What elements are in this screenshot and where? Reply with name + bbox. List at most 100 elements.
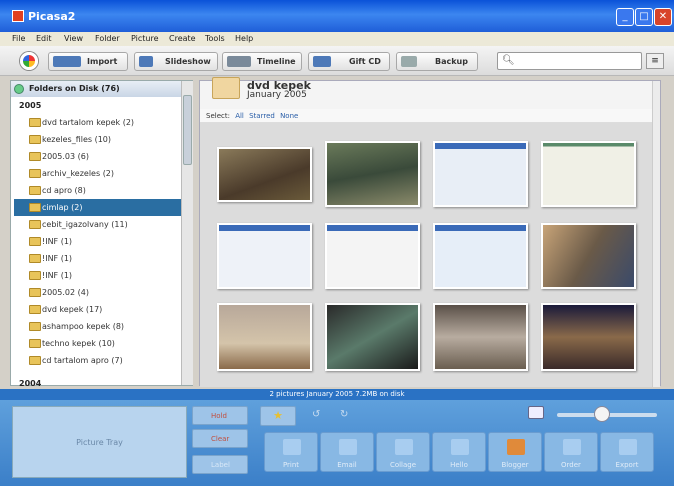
folders-header[interactable]: Folders on Disk (76) <box>11 81 181 97</box>
slideshow-label: Slideshow <box>165 57 211 66</box>
picasa-logo-icon[interactable] <box>20 52 38 70</box>
label-button[interactable]: Label <box>192 455 248 474</box>
maximize-button[interactable]: □ <box>635 8 653 26</box>
blogger-icon <box>507 439 525 455</box>
thumbnail[interactable] <box>325 303 420 371</box>
slideshow-icon <box>139 56 153 67</box>
thumbnail[interactable] <box>541 141 636 207</box>
minimize-button[interactable]: _ <box>616 8 634 26</box>
folder-item[interactable]: 2005.03 (6) <box>14 148 181 165</box>
thumbnail[interactable] <box>217 223 312 289</box>
folder-item[interactable]: cebit_igazolvany (11) <box>14 216 181 233</box>
folder-label: techno kepek (10) <box>42 339 115 348</box>
collage-icon <box>395 439 413 455</box>
select-all-link[interactable]: All <box>235 112 244 120</box>
folder-item[interactable]: 2005.02 (4) <box>14 284 181 301</box>
select-none-link[interactable]: None <box>280 112 298 120</box>
folder-item[interactable]: !INF (1) <box>14 267 181 284</box>
import-icon <box>53 56 81 67</box>
thumbnail[interactable] <box>433 141 528 207</box>
sidebar-scroll-thumb[interactable] <box>183 95 192 165</box>
picture-tray[interactable]: Picture Tray <box>12 406 187 478</box>
order-button[interactable]: Order <box>544 432 598 472</box>
gift-cd-button[interactable]: Gift CD <box>308 52 390 71</box>
menu-file[interactable]: File <box>12 34 25 43</box>
timeline-label: Timeline <box>257 57 296 66</box>
hello-button[interactable]: Hello <box>432 432 486 472</box>
collage-button[interactable]: Collage <box>376 432 430 472</box>
content-scrollbar[interactable] <box>652 81 660 387</box>
folder-item[interactable]: techno kepek (10) <box>14 335 181 352</box>
folder-item[interactable]: cimlap (2) <box>14 199 181 216</box>
timeline-button[interactable]: Timeline <box>222 52 302 71</box>
menu-folder[interactable]: Folder <box>95 34 120 43</box>
folder-item[interactable]: !INF (1) <box>14 233 181 250</box>
select-bar: Select: All Starred None <box>200 109 660 123</box>
folder-label: cebit_igazolvany (11) <box>42 220 128 229</box>
folder-item[interactable]: !INF (1) <box>14 250 181 267</box>
collapse-icon[interactable] <box>14 84 24 94</box>
folder-item[interactable]: kezeles_files (10) <box>14 131 181 148</box>
folder-label: cimlap (2) <box>42 203 83 212</box>
slideshow-button[interactable]: Slideshow <box>134 52 218 71</box>
label-button-label: Label <box>211 461 230 469</box>
title-bar: Picasa2 _ □ ✕ <box>0 0 674 32</box>
import-label: Import <box>87 57 118 66</box>
select-starred-link[interactable]: Starred <box>249 112 275 120</box>
folder-label: ashampoo kepek (8) <box>42 322 125 331</box>
close-button[interactable]: ✕ <box>654 8 672 26</box>
folder-icon <box>29 288 41 297</box>
thumbnail[interactable] <box>541 223 636 289</box>
year-heading-2004[interactable]: 2004 <box>19 379 41 388</box>
search-clear-button[interactable]: ≡ <box>646 53 664 69</box>
blogger-button[interactable]: Blogger <box>488 432 542 472</box>
rotate-left-icon[interactable]: ↺ <box>312 409 320 420</box>
backup-button[interactable]: Backup <box>396 52 478 71</box>
thumbnail-grid <box>200 123 660 387</box>
menu-help[interactable]: Help <box>235 34 253 43</box>
rotate-right-icon[interactable]: ↻ <box>340 409 348 420</box>
thumbnail[interactable] <box>325 223 420 289</box>
folder-item[interactable]: cd apro (8) <box>14 182 181 199</box>
thumbnail[interactable] <box>325 141 420 207</box>
import-button[interactable]: Import <box>48 52 128 71</box>
folder-item[interactable]: ashampoo kepek (8) <box>14 318 181 335</box>
thumbnail[interactable] <box>433 303 528 371</box>
thumbnail[interactable] <box>217 147 312 202</box>
export-icon <box>619 439 637 455</box>
print-button[interactable]: Print <box>264 432 318 472</box>
thumbnail[interactable] <box>541 303 636 371</box>
clear-tray-button[interactable]: Clear <box>192 429 248 448</box>
folder-label: !INF (1) <box>42 237 73 246</box>
folder-label: dvd tartalom kepek (2) <box>42 118 135 127</box>
folder-icon <box>29 135 41 144</box>
year-heading[interactable]: 2005 <box>19 101 41 110</box>
folder-icon <box>29 254 41 263</box>
star-button[interactable]: ★ <box>260 406 296 426</box>
menu-view[interactable]: View <box>64 34 83 43</box>
folder-label: cd apro (8) <box>42 186 86 195</box>
hold-button[interactable]: Hold <box>192 406 248 425</box>
menu-picture[interactable]: Picture <box>131 34 159 43</box>
print-label: Print <box>282 461 300 469</box>
folder-item[interactable]: cd tartalom apro (7) <box>14 352 181 369</box>
picasa-app-icon <box>12 10 24 22</box>
search-input[interactable]: 🔍︎ <box>497 52 642 70</box>
export-button[interactable]: Export <box>600 432 654 472</box>
menu-edit[interactable]: Edit <box>36 34 52 43</box>
timeline-icon <box>227 56 251 67</box>
thumbnail[interactable] <box>433 223 528 289</box>
email-button[interactable]: Email <box>320 432 374 472</box>
menu-create[interactable]: Create <box>169 34 196 43</box>
folder-item[interactable]: dvd tartalom kepek (2) <box>14 114 181 131</box>
folder-label: kezeles_files (10) <box>42 135 112 144</box>
zoom-slider-knob[interactable] <box>594 406 610 422</box>
thumbnail[interactable] <box>217 303 312 371</box>
folder-item[interactable]: archiv_kezeles (2) <box>14 165 181 182</box>
sidebar-scrollbar[interactable] <box>181 81 193 385</box>
folder-label: 2005.02 (4) <box>42 288 89 297</box>
hello-icon <box>451 439 469 455</box>
menu-tools[interactable]: Tools <box>205 34 225 43</box>
folder-item[interactable]: dvd kepek (17) <box>14 301 181 318</box>
folder-label: 2005.03 (6) <box>42 152 89 161</box>
